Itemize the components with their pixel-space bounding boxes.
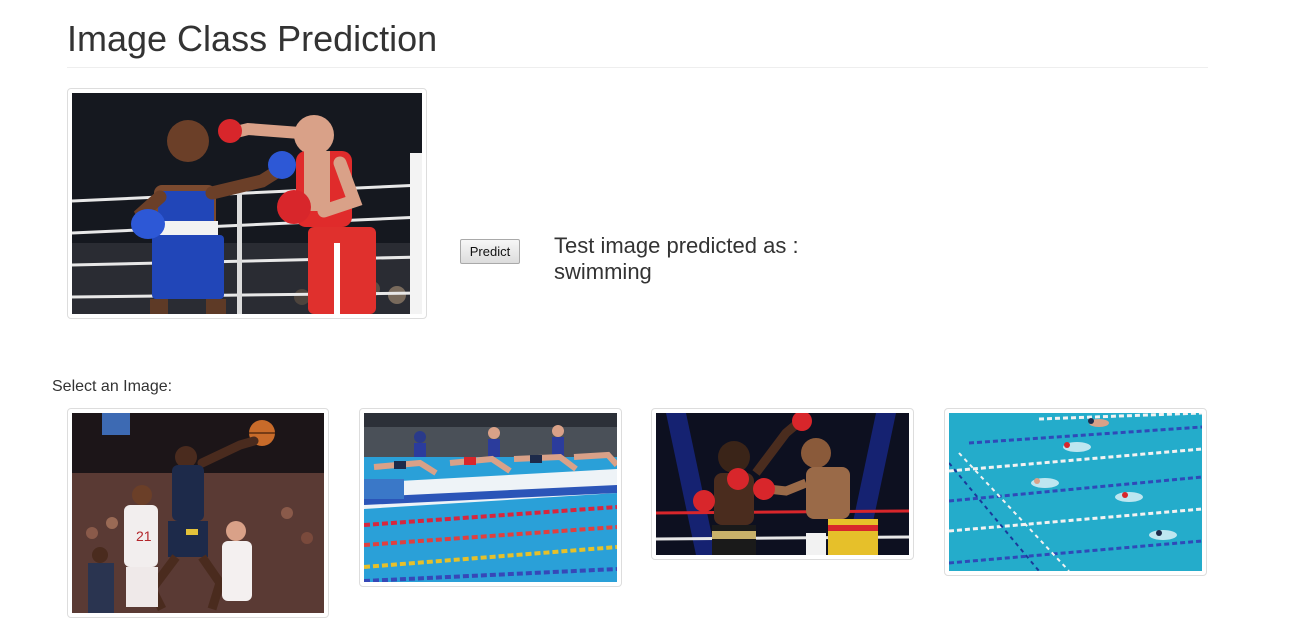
title-divider xyxy=(67,67,1208,68)
gallery-image-swimming-dive[interactable] xyxy=(359,408,622,587)
basketball-picture: 21 xyxy=(72,413,324,613)
prediction-prefix: Test image predicted as : xyxy=(554,233,799,258)
predict-button[interactable]: Predict xyxy=(460,239,520,264)
prediction-result: Test image predicted as : swimming xyxy=(554,233,799,285)
prediction-class: swimming xyxy=(554,259,652,284)
gallery-image-swimming-race[interactable] xyxy=(944,408,1207,576)
boxing-test-picture xyxy=(72,93,422,314)
select-image-label: Select an Image: xyxy=(52,378,173,395)
gallery-image-boxing[interactable] xyxy=(651,408,914,560)
swimming-dive-picture xyxy=(364,413,617,582)
test-image xyxy=(67,88,427,319)
svg-text:21: 21 xyxy=(136,528,152,544)
page-title: Image Class Prediction xyxy=(67,18,438,59)
boxing-picture xyxy=(656,413,909,555)
gallery-image-basketball[interactable]: 21 xyxy=(67,408,329,618)
swimming-race-picture xyxy=(949,413,1202,571)
